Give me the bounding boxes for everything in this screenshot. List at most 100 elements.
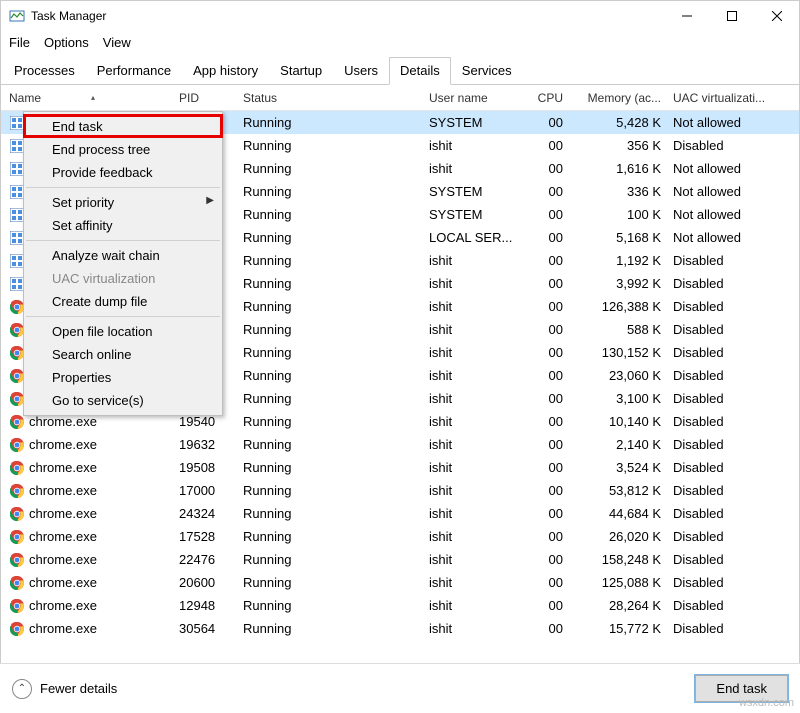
tab-services[interactable]: Services xyxy=(451,57,523,85)
header-pid[interactable]: PID xyxy=(173,91,237,105)
ctx-set-priority[interactable]: Set priority▶ xyxy=(24,191,222,214)
ctx-go-to-services[interactable]: Go to service(s) xyxy=(24,389,222,412)
cell-user: ishit xyxy=(423,437,529,452)
table-row[interactable]: chrome.exe22476Runningishit00158,248 KDi… xyxy=(1,548,799,571)
cell-user: ishit xyxy=(423,414,529,429)
tab-app-history[interactable]: App history xyxy=(182,57,269,85)
ctx-end-task[interactable]: End task xyxy=(24,115,222,138)
cell-user: ishit xyxy=(423,391,529,406)
header-uac[interactable]: UAC virtualizati... xyxy=(667,91,777,105)
cell-cpu: 00 xyxy=(529,253,569,268)
cell-cpu: 00 xyxy=(529,391,569,406)
ctx-properties[interactable]: Properties xyxy=(24,366,222,389)
process-list[interactable]: End task End process tree Provide feedba… xyxy=(1,111,799,640)
cell-memory: 44,684 K xyxy=(569,506,667,521)
fewer-details-toggle[interactable]: ⌃ Fewer details xyxy=(12,679,117,699)
cell-cpu: 00 xyxy=(529,161,569,176)
cell-memory: 53,812 K xyxy=(569,483,667,498)
header-cpu[interactable]: CPU xyxy=(529,91,569,105)
chrome-icon xyxy=(9,460,25,476)
ctx-open-file-location[interactable]: Open file location xyxy=(24,320,222,343)
ctx-end-process-tree[interactable]: End process tree xyxy=(24,138,222,161)
table-row[interactable]: chrome.exe12948Runningishit0028,264 KDis… xyxy=(1,594,799,617)
chrome-icon xyxy=(9,437,25,453)
tab-details[interactable]: Details xyxy=(389,57,451,85)
ctx-set-affinity[interactable]: Set affinity xyxy=(24,214,222,237)
cell-status: Running xyxy=(237,276,423,291)
cell-uac: Disabled xyxy=(667,506,777,521)
close-button[interactable] xyxy=(754,1,799,31)
cell-cpu: 00 xyxy=(529,414,569,429)
cell-memory: 23,060 K xyxy=(569,368,667,383)
cell-memory: 3,992 K xyxy=(569,276,667,291)
table-row[interactable]: chrome.exe19632Runningishit002,140 KDisa… xyxy=(1,433,799,456)
menu-options[interactable]: Options xyxy=(44,35,89,50)
cell-user: ishit xyxy=(423,276,529,291)
cell-status: Running xyxy=(237,368,423,383)
process-name: chrome.exe xyxy=(29,575,97,590)
table-row[interactable]: chrome.exe24324Runningishit0044,684 KDis… xyxy=(1,502,799,525)
cell-user: ishit xyxy=(423,345,529,360)
maximize-button[interactable] xyxy=(709,1,754,31)
cell-user: SYSTEM xyxy=(423,184,529,199)
cell-uac: Disabled xyxy=(667,437,777,452)
minimize-button[interactable] xyxy=(664,1,709,31)
cell-pid: 17000 xyxy=(173,483,237,498)
cell-user: SYSTEM xyxy=(423,207,529,222)
table-row[interactable]: chrome.exe30564Runningishit0015,772 KDis… xyxy=(1,617,799,640)
header-memory[interactable]: Memory (ac... xyxy=(569,91,667,105)
cell-memory: 1,616 K xyxy=(569,161,667,176)
chrome-icon xyxy=(9,621,25,637)
cell-memory: 126,388 K xyxy=(569,299,667,314)
cell-uac: Disabled xyxy=(667,460,777,475)
fewer-details-label: Fewer details xyxy=(40,681,117,696)
cell-memory: 15,772 K xyxy=(569,621,667,636)
ctx-analyze-wait-chain[interactable]: Analyze wait chain xyxy=(24,244,222,267)
cell-status: Running xyxy=(237,253,423,268)
context-menu: End task End process tree Provide feedba… xyxy=(23,111,223,416)
process-name: chrome.exe xyxy=(29,437,97,452)
cell-uac: Not allowed xyxy=(667,207,777,222)
header-name[interactable]: Name▴ xyxy=(3,91,173,105)
cell-status: Running xyxy=(237,115,423,130)
cell-status: Running xyxy=(237,299,423,314)
cell-memory: 100 K xyxy=(569,207,667,222)
cell-status: Running xyxy=(237,345,423,360)
ctx-uac-virtualization: UAC virtualization xyxy=(24,267,222,290)
tab-processes[interactable]: Processes xyxy=(3,57,86,85)
cell-memory: 1,192 K xyxy=(569,253,667,268)
column-headers: Name▴ PID Status User name CPU Memory (a… xyxy=(1,85,799,111)
cell-uac: Disabled xyxy=(667,391,777,406)
ctx-create-dump-file[interactable]: Create dump file xyxy=(24,290,222,313)
process-name: chrome.exe xyxy=(29,529,97,544)
cell-uac: Not allowed xyxy=(667,184,777,199)
ctx-provide-feedback[interactable]: Provide feedback xyxy=(24,161,222,184)
cell-status: Running xyxy=(237,184,423,199)
table-row[interactable]: chrome.exe17000Runningishit0053,812 KDis… xyxy=(1,479,799,502)
menu-file[interactable]: File xyxy=(9,35,30,50)
cell-uac: Disabled xyxy=(667,575,777,590)
cell-user: ishit xyxy=(423,322,529,337)
cell-cpu: 00 xyxy=(529,575,569,590)
cell-cpu: 00 xyxy=(529,115,569,130)
table-row[interactable]: chrome.exe17528Runningishit0026,020 KDis… xyxy=(1,525,799,548)
chrome-icon xyxy=(9,506,25,522)
tab-startup[interactable]: Startup xyxy=(269,57,333,85)
table-row[interactable]: chrome.exe19508Runningishit003,524 KDisa… xyxy=(1,456,799,479)
header-status[interactable]: Status xyxy=(237,91,423,105)
tab-users[interactable]: Users xyxy=(333,57,389,85)
cell-status: Running xyxy=(237,230,423,245)
cell-uac: Disabled xyxy=(667,253,777,268)
cell-pid: 24324 xyxy=(173,506,237,521)
menu-view[interactable]: View xyxy=(103,35,131,50)
cell-user: ishit xyxy=(423,575,529,590)
cell-user: SYSTEM xyxy=(423,115,529,130)
tab-performance[interactable]: Performance xyxy=(86,57,182,85)
ctx-separator xyxy=(26,187,220,188)
cell-uac: Disabled xyxy=(667,414,777,429)
cell-pid: 17528 xyxy=(173,529,237,544)
header-user-name[interactable]: User name xyxy=(423,91,529,105)
table-row[interactable]: chrome.exe20600Runningishit00125,088 KDi… xyxy=(1,571,799,594)
ctx-search-online[interactable]: Search online xyxy=(24,343,222,366)
cell-memory: 125,088 K xyxy=(569,575,667,590)
